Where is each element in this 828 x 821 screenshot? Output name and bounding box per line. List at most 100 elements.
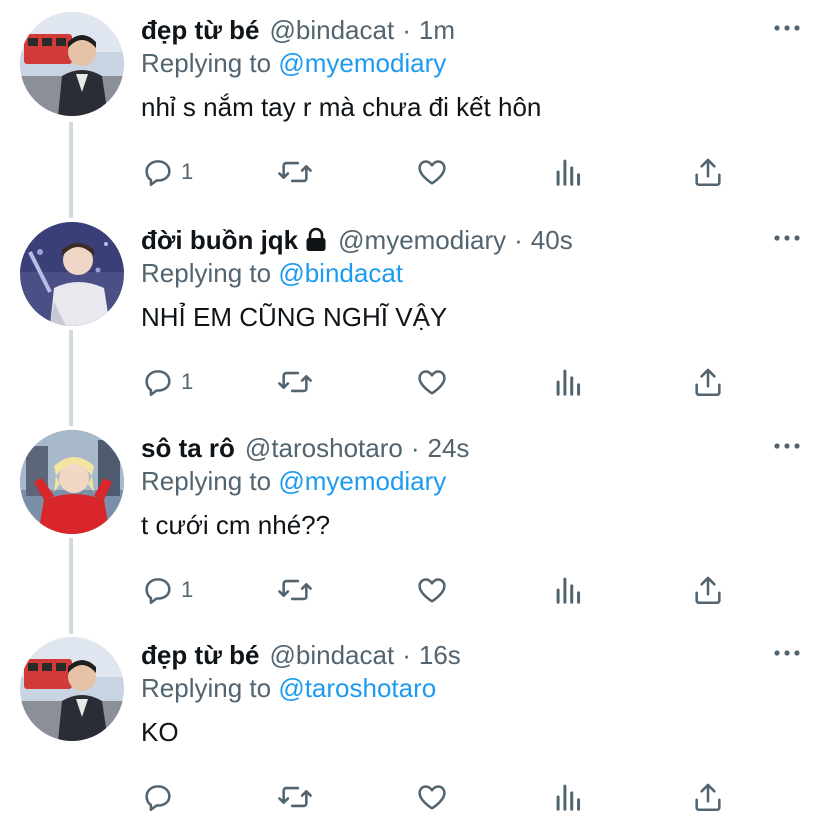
tweet-header: đời buồn jqk @myemodiary · 40s xyxy=(141,222,573,258)
display-name[interactable]: đời buồn jqk xyxy=(141,225,298,256)
more-icon[interactable] xyxy=(774,442,800,450)
retweet-button[interactable] xyxy=(276,777,314,817)
tweet-header: sô ta rô @taroshotaro · 24s xyxy=(141,430,469,466)
share-icon xyxy=(695,368,721,397)
reply-count: 1 xyxy=(181,577,194,602)
replying-to-label: Replying to xyxy=(141,673,272,703)
like-button[interactable] xyxy=(415,362,449,402)
tweet-text: KO xyxy=(141,717,179,747)
heart-icon xyxy=(418,785,446,810)
more-icon[interactable] xyxy=(774,234,800,242)
timestamp[interactable]: 24s xyxy=(428,433,470,464)
more-icon[interactable] xyxy=(774,24,800,32)
timestamp[interactable]: 40s xyxy=(531,225,573,256)
retweet-icon xyxy=(278,786,312,808)
tweet-text: nhỉ s nắm tay r mà chưa đi kết hôn xyxy=(141,92,542,122)
share-button[interactable] xyxy=(691,777,725,817)
replying-to-label: Replying to xyxy=(141,466,272,496)
share-icon xyxy=(695,576,721,605)
reply-icon xyxy=(145,160,171,187)
tweet[interactable]: đẹp từ bé @bindacat · 1m Replying to @my… xyxy=(0,12,828,212)
heart-icon xyxy=(418,578,446,603)
replying-to: Replying to @bindacat xyxy=(141,258,403,289)
user-handle[interactable]: @taroshotaro xyxy=(245,433,403,464)
retweet-icon xyxy=(278,161,312,183)
replying-to-mention[interactable]: @myemodiary xyxy=(278,466,446,496)
tweet-header: đẹp từ bé @bindacat · 1m xyxy=(141,12,455,48)
share-icon xyxy=(695,783,721,812)
reply-button[interactable]: 1 xyxy=(141,570,193,610)
like-button[interactable] xyxy=(415,570,449,610)
heart-icon xyxy=(418,370,446,395)
reply-button[interactable] xyxy=(141,777,181,817)
replying-to-mention[interactable]: @myemodiary xyxy=(278,48,446,78)
retweet-button[interactable] xyxy=(276,362,314,402)
replying-to-label: Replying to xyxy=(141,48,272,78)
analytics-icon xyxy=(556,784,581,811)
analytics-icon xyxy=(556,159,581,186)
replying-to-label: Replying to xyxy=(141,258,272,288)
tweet-actions xyxy=(141,777,741,817)
reply-icon xyxy=(145,370,171,397)
separator-dot: · xyxy=(402,14,411,45)
tweet-actions: 1 xyxy=(141,570,741,610)
replying-to: Replying to @myemodiary xyxy=(141,48,446,79)
retweet-icon xyxy=(278,579,312,601)
avatar[interactable] xyxy=(20,637,124,741)
avatar[interactable] xyxy=(20,222,124,326)
avatar-bindacat-image xyxy=(20,637,124,741)
tweet-actions: 1 xyxy=(141,152,741,192)
share-icon xyxy=(695,158,721,187)
analytics-button[interactable] xyxy=(554,570,584,610)
retweet-button[interactable] xyxy=(276,152,314,192)
replying-to: Replying to @taroshotaro xyxy=(141,673,436,704)
separator-dot: · xyxy=(514,224,523,255)
analytics-button[interactable] xyxy=(554,362,584,402)
reply-button[interactable]: 1 xyxy=(141,152,193,192)
tweet[interactable]: đẹp từ bé @bindacat · 16s Replying to @t… xyxy=(0,637,828,821)
timestamp[interactable]: 1m xyxy=(419,15,455,46)
heart-icon xyxy=(418,160,446,185)
replying-to: Replying to @myemodiary xyxy=(141,466,446,497)
avatar-bindacat-image xyxy=(20,12,124,116)
user-handle[interactable]: @myemodiary xyxy=(338,225,506,256)
share-button[interactable] xyxy=(691,362,725,402)
display-name[interactable]: sô ta rô xyxy=(141,433,235,464)
user-handle[interactable]: @bindacat xyxy=(270,640,395,671)
separator-dot: · xyxy=(402,639,411,670)
reply-icon xyxy=(145,785,171,812)
reply-icon xyxy=(145,578,171,605)
share-button[interactable] xyxy=(691,570,725,610)
tweet[interactable]: đời buồn jqk @myemodiary · 40s Replying … xyxy=(0,222,828,422)
analytics-button[interactable] xyxy=(554,777,584,817)
avatar-myemodiary-image xyxy=(20,222,124,326)
display-name[interactable]: đẹp từ bé xyxy=(141,640,260,671)
lock-icon xyxy=(306,227,326,251)
reply-button[interactable]: 1 xyxy=(141,362,193,402)
analytics-icon xyxy=(556,369,581,396)
tweet-header: đẹp từ bé @bindacat · 16s xyxy=(141,637,461,673)
timestamp[interactable]: 16s xyxy=(419,640,461,671)
reply-count: 1 xyxy=(181,369,194,394)
user-handle[interactable]: @bindacat xyxy=(270,15,395,46)
separator-dot: · xyxy=(410,432,420,463)
tweet-actions: 1 xyxy=(141,362,741,402)
like-button[interactable] xyxy=(415,152,449,192)
analytics-button[interactable] xyxy=(554,152,584,192)
replying-to-mention[interactable]: @bindacat xyxy=(278,258,403,288)
reply-count: 1 xyxy=(181,159,194,184)
share-button[interactable] xyxy=(691,152,725,192)
avatar[interactable] xyxy=(20,12,124,116)
more-icon[interactable] xyxy=(774,649,800,657)
tweet-text: t cưới cm nhé?? xyxy=(141,510,331,540)
display-name[interactable]: đẹp từ bé xyxy=(141,15,260,46)
replying-to-mention[interactable]: @taroshotaro xyxy=(278,673,436,703)
avatar-taroshotaro-image xyxy=(20,430,124,534)
like-button[interactable] xyxy=(415,777,449,817)
tweet-text: NHỈ EM CŨNG NGHĨ VẬY xyxy=(141,302,448,332)
avatar[interactable] xyxy=(20,430,124,534)
retweet-button[interactable] xyxy=(276,570,314,610)
analytics-icon xyxy=(556,577,581,604)
retweet-icon xyxy=(278,371,312,393)
tweet[interactable]: sô ta rô @taroshotaro · 24s Replying to … xyxy=(0,430,828,630)
